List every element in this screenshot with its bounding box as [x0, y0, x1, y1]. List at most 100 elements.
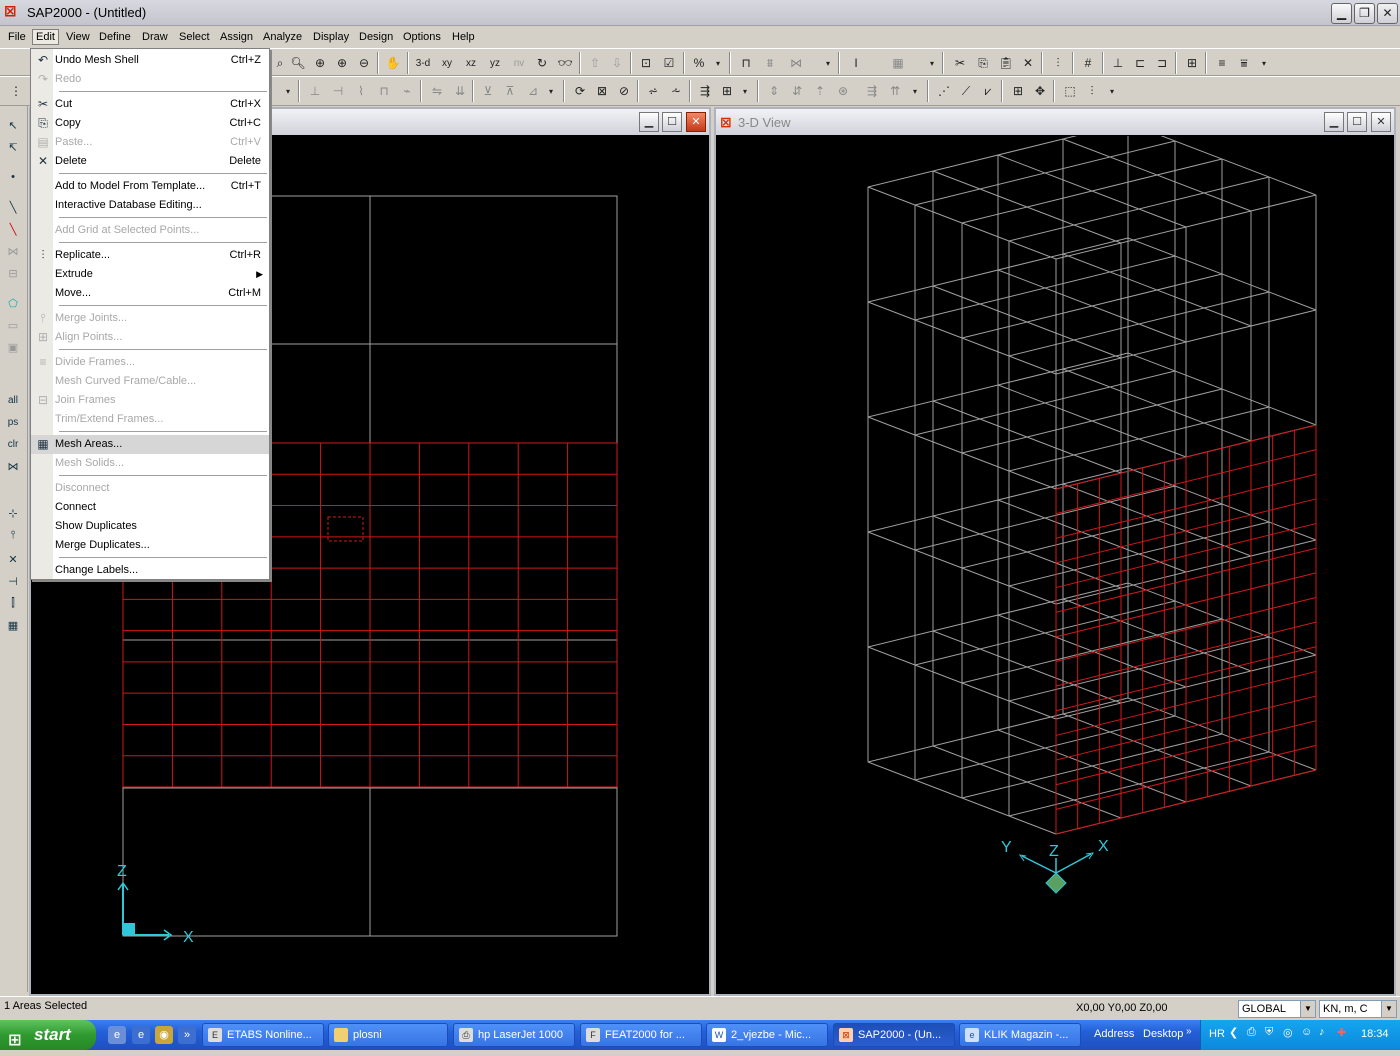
- design-details-icon[interactable]: ⇶: [862, 81, 882, 101]
- mode-shape-icon[interactable]: ⩪: [666, 81, 686, 101]
- edit-menu-item-add-grid-at-selected-points[interactable]: Add Grid at Selected Points...: [31, 221, 269, 240]
- view-close-button[interactable]: ✕: [686, 112, 706, 132]
- tray-adobe-icon[interactable]: ✚: [1337, 1026, 1346, 1039]
- paste-icon[interactable]: 📋︎: [996, 53, 1016, 73]
- design-steel-icon[interactable]: ⇡: [810, 81, 830, 101]
- chevron-down-icon[interactable]: ▼: [1300, 1001, 1315, 1017]
- shrink-icon[interactable]: ≡: [1212, 53, 1232, 73]
- quick-launch-explorer-icon[interactable]: e: [108, 1026, 126, 1044]
- view-maximize-button[interactable]: ☐: [1347, 112, 1367, 132]
- select-all-icon[interactable]: all: [3, 391, 23, 409]
- zoom-window-icon[interactable]: ⌕: [270, 53, 290, 73]
- lock-icon[interactable]: ⊘: [614, 81, 634, 101]
- menu-assign[interactable]: Assign: [217, 30, 256, 44]
- view-maximize-button[interactable]: ☐: [662, 112, 682, 132]
- edit-menu-item-replicate[interactable]: ⫶ Replicate... Ctrl+R: [31, 246, 269, 265]
- edit-menu-item-undo-mesh-shell[interactable]: ↶ Undo Mesh Shell Ctrl+Z: [31, 51, 269, 70]
- section-icon[interactable]: ⩩: [760, 53, 780, 73]
- extrude-view-icon[interactable]: ⩸: [1234, 53, 1254, 73]
- intersect-select-icon[interactable]: ⋈: [3, 457, 23, 475]
- view-nv-button[interactable]: nv: [509, 53, 529, 73]
- coordinate-system-select[interactable]: GLOBAL ▼: [1238, 1000, 1316, 1018]
- forces-icon[interactable]: ⇶: [695, 81, 715, 101]
- view-3d-button[interactable]: 3-d: [413, 53, 433, 73]
- edit-menu-item-extrude[interactable]: Extrude ▶: [31, 265, 269, 284]
- snap-ends-icon[interactable]: ⫯: [3, 526, 23, 544]
- edit-menu-item-paste[interactable]: ▤ Paste... Ctrl+V: [31, 133, 269, 152]
- view-minimize-button[interactable]: ▁: [1324, 112, 1344, 132]
- taskbar-item-etabs[interactable]: E ETABS Nonline...: [202, 1023, 324, 1047]
- start-button[interactable]: ⊞ start: [0, 1020, 96, 1050]
- reshape-icon[interactable]: ↸: [3, 138, 23, 156]
- design-check-icon[interactable]: ⇵: [787, 81, 807, 101]
- dropdown-arrow-icon[interactable]: ▾: [708, 53, 728, 73]
- snap-grid-icon[interactable]: ⊞: [1008, 81, 1028, 101]
- quick-launch-desktop-icon[interactable]: »: [178, 1026, 196, 1044]
- view-close-button[interactable]: ✕: [1371, 112, 1391, 132]
- menu-display[interactable]: Display: [310, 30, 352, 44]
- tray-user-icon[interactable]: ☺: [1301, 1026, 1312, 1038]
- dropdown-arrow-icon[interactable]: ▾: [735, 81, 755, 101]
- design-results-icon[interactable]: ⇈: [885, 81, 905, 101]
- display-options-icon[interactable]: ⊞: [1182, 53, 1202, 73]
- snap-fine-grid-icon[interactable]: ▦: [3, 616, 23, 634]
- perspective-icon[interactable]: 👓︎: [555, 53, 575, 73]
- snap-perpendicular-icon[interactable]: ⊣: [3, 572, 23, 590]
- percent-icon[interactable]: %: [689, 53, 709, 73]
- table-icon[interactable]: ⊞: [717, 81, 737, 101]
- zoom-in-icon[interactable]: ⊕: [310, 53, 330, 73]
- cut-icon[interactable]: ✂: [950, 53, 970, 73]
- assign-link-icon[interactable]: ⇋: [427, 81, 447, 101]
- frame-icon[interactable]: ⊓: [736, 53, 756, 73]
- taskbar-item-plosni[interactable]: plosni: [328, 1023, 448, 1047]
- edit-menu-item-align-points[interactable]: ⊞ Align Points...: [31, 328, 269, 347]
- menu-select[interactable]: Select: [176, 30, 213, 44]
- assign-point-load-icon[interactable]: ⊻: [478, 81, 498, 101]
- clear-selection-icon[interactable]: clr: [3, 435, 23, 453]
- menu-edit[interactable]: Edit: [32, 29, 59, 45]
- edit-menu-item-interactive-database-editing[interactable]: Interactive Database Editing...: [31, 196, 269, 215]
- replicate-icon[interactable]: ⫶: [1048, 53, 1068, 73]
- assign-cable-icon[interactable]: ⌁: [397, 81, 417, 101]
- taskbar-item-klik[interactable]: e KLIK Magazin -...: [959, 1023, 1081, 1047]
- edit-menu-item-merge-duplicates[interactable]: Merge Duplicates...: [31, 536, 269, 555]
- edit-menu-item-divide-frames[interactable]: ≡ Divide Frames...: [31, 353, 269, 372]
- taskbar-item-sap2000[interactable]: ⊠ SAP2000 - (Un...: [833, 1023, 955, 1047]
- dropdown-arrow-icon[interactable]: ▾: [905, 81, 925, 101]
- assign-frame-icon[interactable]: ⊓: [374, 81, 394, 101]
- draw-rect-area-icon[interactable]: ▭: [3, 316, 23, 334]
- edit-menu-item-cut[interactable]: ✂ Cut Ctrl+X: [31, 95, 269, 114]
- draw-point-icon[interactable]: •: [3, 168, 23, 186]
- edit-menu-item-delete[interactable]: ✕ Delete Delete: [31, 152, 269, 171]
- edit-menu-item-trim-extend-frames[interactable]: Trim/Extend Frames...: [31, 410, 269, 429]
- snap-intersections-icon[interactable]: ⩗: [978, 81, 998, 101]
- menu-view[interactable]: View: [63, 30, 93, 44]
- view-minimize-button[interactable]: ▁: [639, 112, 659, 132]
- select-objects-icon[interactable]: ⊡: [636, 53, 656, 73]
- minimize-button[interactable]: ▁: [1331, 3, 1352, 24]
- view-yz-button[interactable]: yz: [485, 53, 505, 73]
- menu-help[interactable]: Help: [449, 30, 478, 44]
- zoom-out-icon[interactable]: ⊖: [354, 53, 374, 73]
- mesh-icon[interactable]: ⊠: [592, 81, 612, 101]
- tray-network-icon[interactable]: ◎: [1283, 1026, 1293, 1039]
- snap-points-icon[interactable]: ⋰: [934, 81, 954, 101]
- assign-area-load-icon[interactable]: ⊿: [523, 81, 543, 101]
- language-indicator[interactable]: HR: [1209, 1028, 1225, 1040]
- snap-move-icon[interactable]: ✥: [1030, 81, 1050, 101]
- menu-design[interactable]: Design: [356, 30, 396, 44]
- tray-security-icon[interactable]: ⛨: [1265, 1026, 1273, 1039]
- 3d-view-window[interactable]: ⊠ 3-D View ▁ ☐ ✕ Z Y X: [714, 107, 1396, 996]
- snap-lines-icon[interactable]: ⟋: [956, 81, 976, 101]
- zoom-plus-icon[interactable]: ⊕: [332, 53, 352, 73]
- design-icon[interactable]: ⇕: [764, 81, 784, 101]
- draw-section-cut-icon[interactable]: ⊟: [3, 264, 23, 282]
- select-mode-icon[interactable]: ⫶: [1082, 81, 1102, 101]
- taskbar-item-printer[interactable]: ⎙ hp LaserJet 1000: [453, 1023, 575, 1047]
- snap-intersect-icon[interactable]: ✕: [3, 550, 23, 568]
- units-select[interactable]: KN, m, C ▼: [1319, 1000, 1397, 1018]
- tray-collapse-icon[interactable]: ❮: [1229, 1026, 1238, 1039]
- assign-spring-icon[interactable]: ⌇: [351, 81, 371, 101]
- joint-icon[interactable]: ⊥: [1108, 53, 1128, 73]
- view-xz-button[interactable]: xz: [461, 53, 481, 73]
